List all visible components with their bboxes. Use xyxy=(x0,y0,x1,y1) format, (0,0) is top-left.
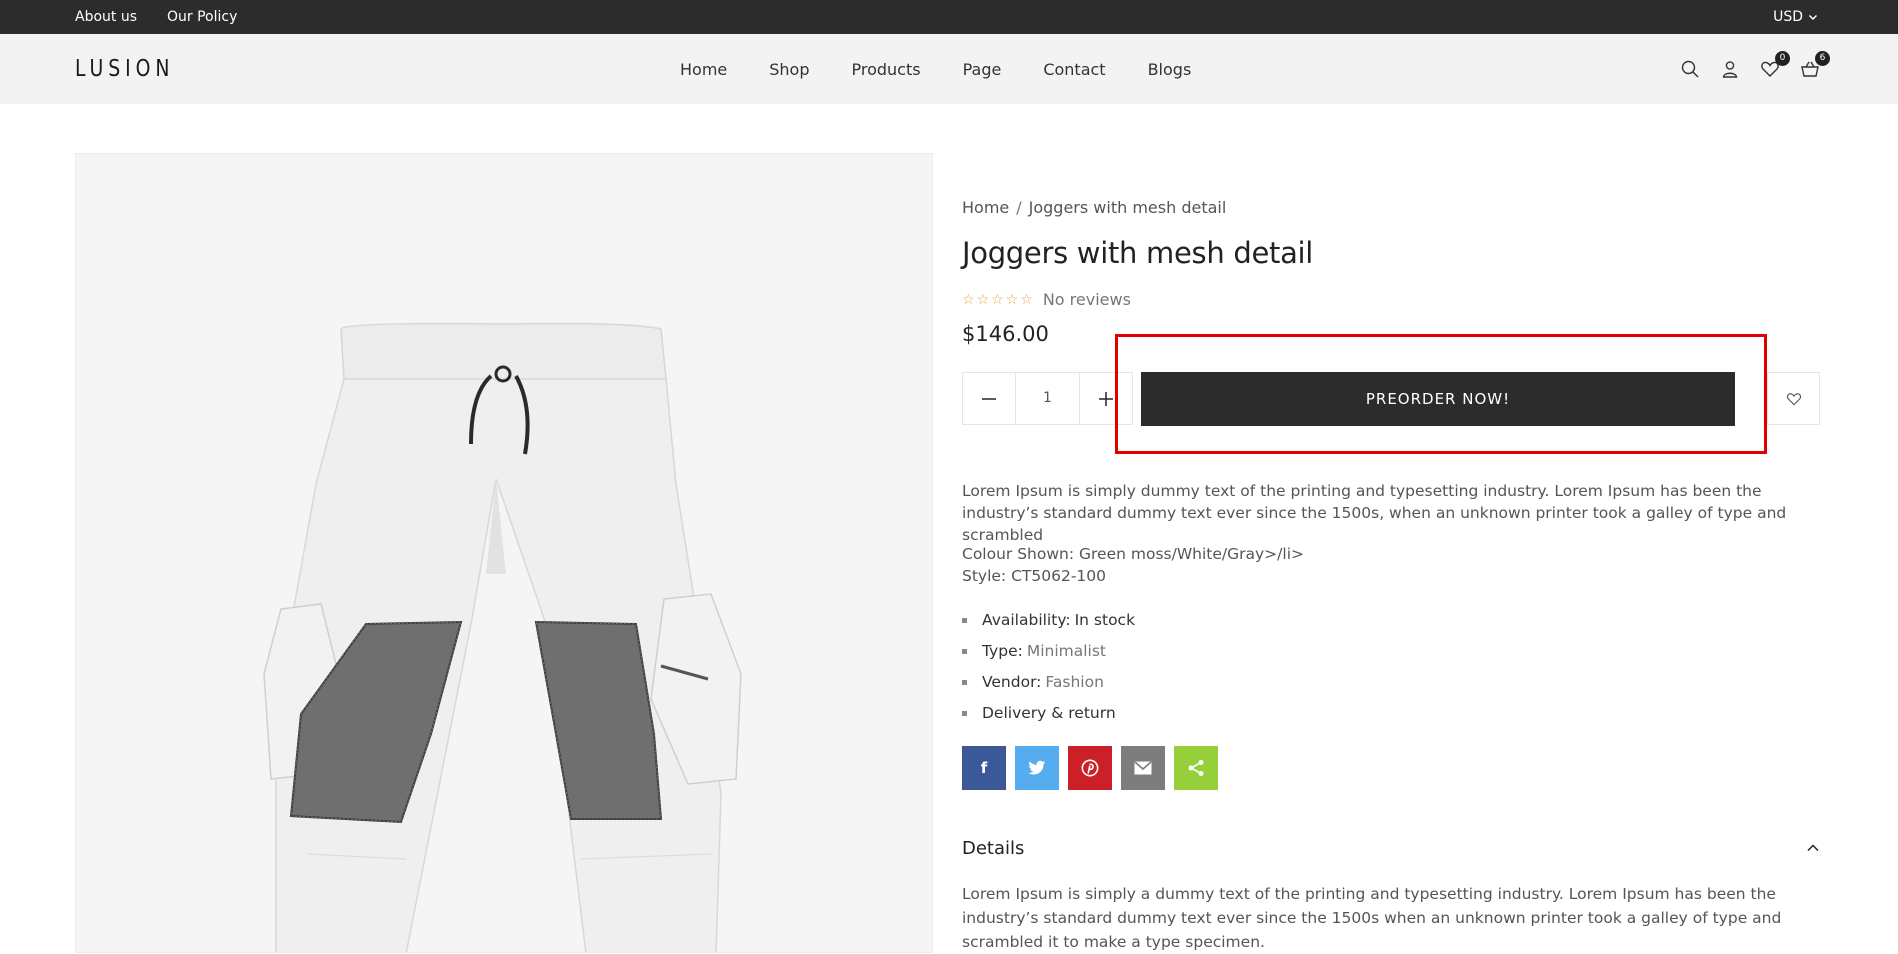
nav-products[interactable]: Products xyxy=(852,60,921,79)
rating: ☆ ☆ ☆ ☆ ☆ No reviews xyxy=(962,290,1131,309)
cart-icon[interactable]: 6 xyxy=(1800,51,1830,79)
share-icon xyxy=(1188,760,1204,776)
star-icon: ☆ xyxy=(991,291,1004,308)
breadcrumb: Home / Joggers with mesh detail xyxy=(962,198,1226,217)
details-accordion-header[interactable]: Details xyxy=(962,836,1820,860)
spec-availability: Availability: In stock xyxy=(962,605,1135,636)
spec-label: Delivery & return xyxy=(982,704,1116,722)
breadcrumb-separator: / xyxy=(1016,198,1022,217)
bullet-icon xyxy=(962,711,967,716)
star-icon: ☆ xyxy=(962,291,975,308)
about-us-link[interactable]: About us xyxy=(75,9,137,25)
star-icon: ☆ xyxy=(1020,291,1033,308)
wishlist-count-badge: 0 xyxy=(1775,51,1790,66)
bullet-icon xyxy=(962,618,967,623)
our-policy-link[interactable]: Our Policy xyxy=(167,9,237,25)
bullet-icon xyxy=(962,680,967,685)
spec-value[interactable]: Minimalist xyxy=(1027,636,1106,667)
chevron-up-icon xyxy=(1807,844,1819,852)
product-price: $146.00 xyxy=(962,322,1049,346)
search-icon[interactable] xyxy=(1680,59,1700,79)
cart-count-badge: 6 xyxy=(1815,51,1830,66)
quantity-stepper: 1 xyxy=(962,372,1133,425)
nav-page[interactable]: Page xyxy=(963,60,1002,79)
facebook-share-button[interactable]: f xyxy=(962,746,1006,790)
add-to-wishlist-button[interactable] xyxy=(1767,372,1820,425)
twitter-icon xyxy=(1028,760,1046,775)
breadcrumb-home[interactable]: Home xyxy=(962,198,1009,217)
spec-vendor: Vendor: Fashion xyxy=(962,667,1135,698)
increase-quantity-button[interactable] xyxy=(1080,372,1132,425)
nav-home[interactable]: Home xyxy=(680,60,727,79)
site-logo[interactable]: LUSION xyxy=(75,56,174,82)
spec-label: Vendor: xyxy=(982,673,1042,691)
star-icon: ☆ xyxy=(1005,291,1019,308)
minus-icon xyxy=(982,397,996,400)
product-specs: Availability: In stock Type: Minimalist Ve… xyxy=(962,605,1135,729)
share-button[interactable] xyxy=(1174,746,1218,790)
product-meta: Colour Shown: Green moss/White/Gray>/li>… xyxy=(962,543,1304,587)
preorder-button[interactable]: PREORDER NOW! xyxy=(1141,372,1735,426)
pinterest-share-button[interactable] xyxy=(1068,746,1112,790)
spec-label: Type: xyxy=(982,642,1023,660)
share-buttons: f xyxy=(962,746,1218,790)
spec-type: Type: Minimalist xyxy=(962,636,1135,667)
decrease-quantity-button[interactable] xyxy=(963,372,1015,425)
facebook-icon: f xyxy=(980,759,988,777)
nav-contact[interactable]: Contact xyxy=(1043,60,1105,79)
quantity-input[interactable]: 1 xyxy=(1015,372,1080,425)
spec-label: Availability: xyxy=(982,611,1071,629)
top-links: About us Our Policy xyxy=(75,0,237,34)
details-title: Details xyxy=(962,837,1025,859)
spec-delivery-return[interactable]: Delivery & return xyxy=(962,698,1135,729)
product-title: Joggers with mesh detail xyxy=(962,236,1314,270)
header-icons: 0 6 xyxy=(1680,34,1830,104)
spec-value: In stock xyxy=(1074,611,1136,629)
product-description: Lorem Ipsum is simply dummy text of the … xyxy=(962,482,1787,544)
heart-icon xyxy=(1786,392,1801,405)
plus-icon xyxy=(1099,391,1113,406)
star-icon: ☆ xyxy=(976,291,990,308)
email-icon xyxy=(1134,761,1152,775)
chevron-down-icon xyxy=(1808,14,1818,21)
details-text: Lorem Ipsum is simply a dummy text of th… xyxy=(962,885,1782,951)
currency-label: USD xyxy=(1773,9,1803,25)
product-image[interactable] xyxy=(75,153,933,953)
nav-shop[interactable]: Shop xyxy=(769,60,809,79)
main-nav: Home Shop Products Page Contact Blogs xyxy=(680,34,1233,104)
joggers-illustration xyxy=(263,322,742,952)
account-icon[interactable] xyxy=(1720,59,1740,79)
email-share-button[interactable] xyxy=(1121,746,1165,790)
bullet-icon xyxy=(962,649,967,654)
nav-blogs[interactable]: Blogs xyxy=(1148,60,1192,79)
spec-value[interactable]: Fashion xyxy=(1045,667,1104,698)
breadcrumb-current: Joggers with mesh detail xyxy=(1028,198,1227,217)
reviews-count: No reviews xyxy=(1042,290,1131,309)
wishlist-icon[interactable]: 0 xyxy=(1760,51,1790,79)
style-code: Style: CT5062-100 xyxy=(962,567,1106,585)
main-header: LUSION Home Shop Products Page Contact B… xyxy=(0,34,1898,104)
top-bar: About us Our Policy USD xyxy=(0,0,1898,34)
colour-shown: Colour Shown: Green moss/White/Gray>/li> xyxy=(962,545,1304,563)
pinterest-icon xyxy=(1081,759,1099,777)
twitter-share-button[interactable] xyxy=(1015,746,1059,790)
currency-selector[interactable]: USD xyxy=(1773,0,1818,34)
